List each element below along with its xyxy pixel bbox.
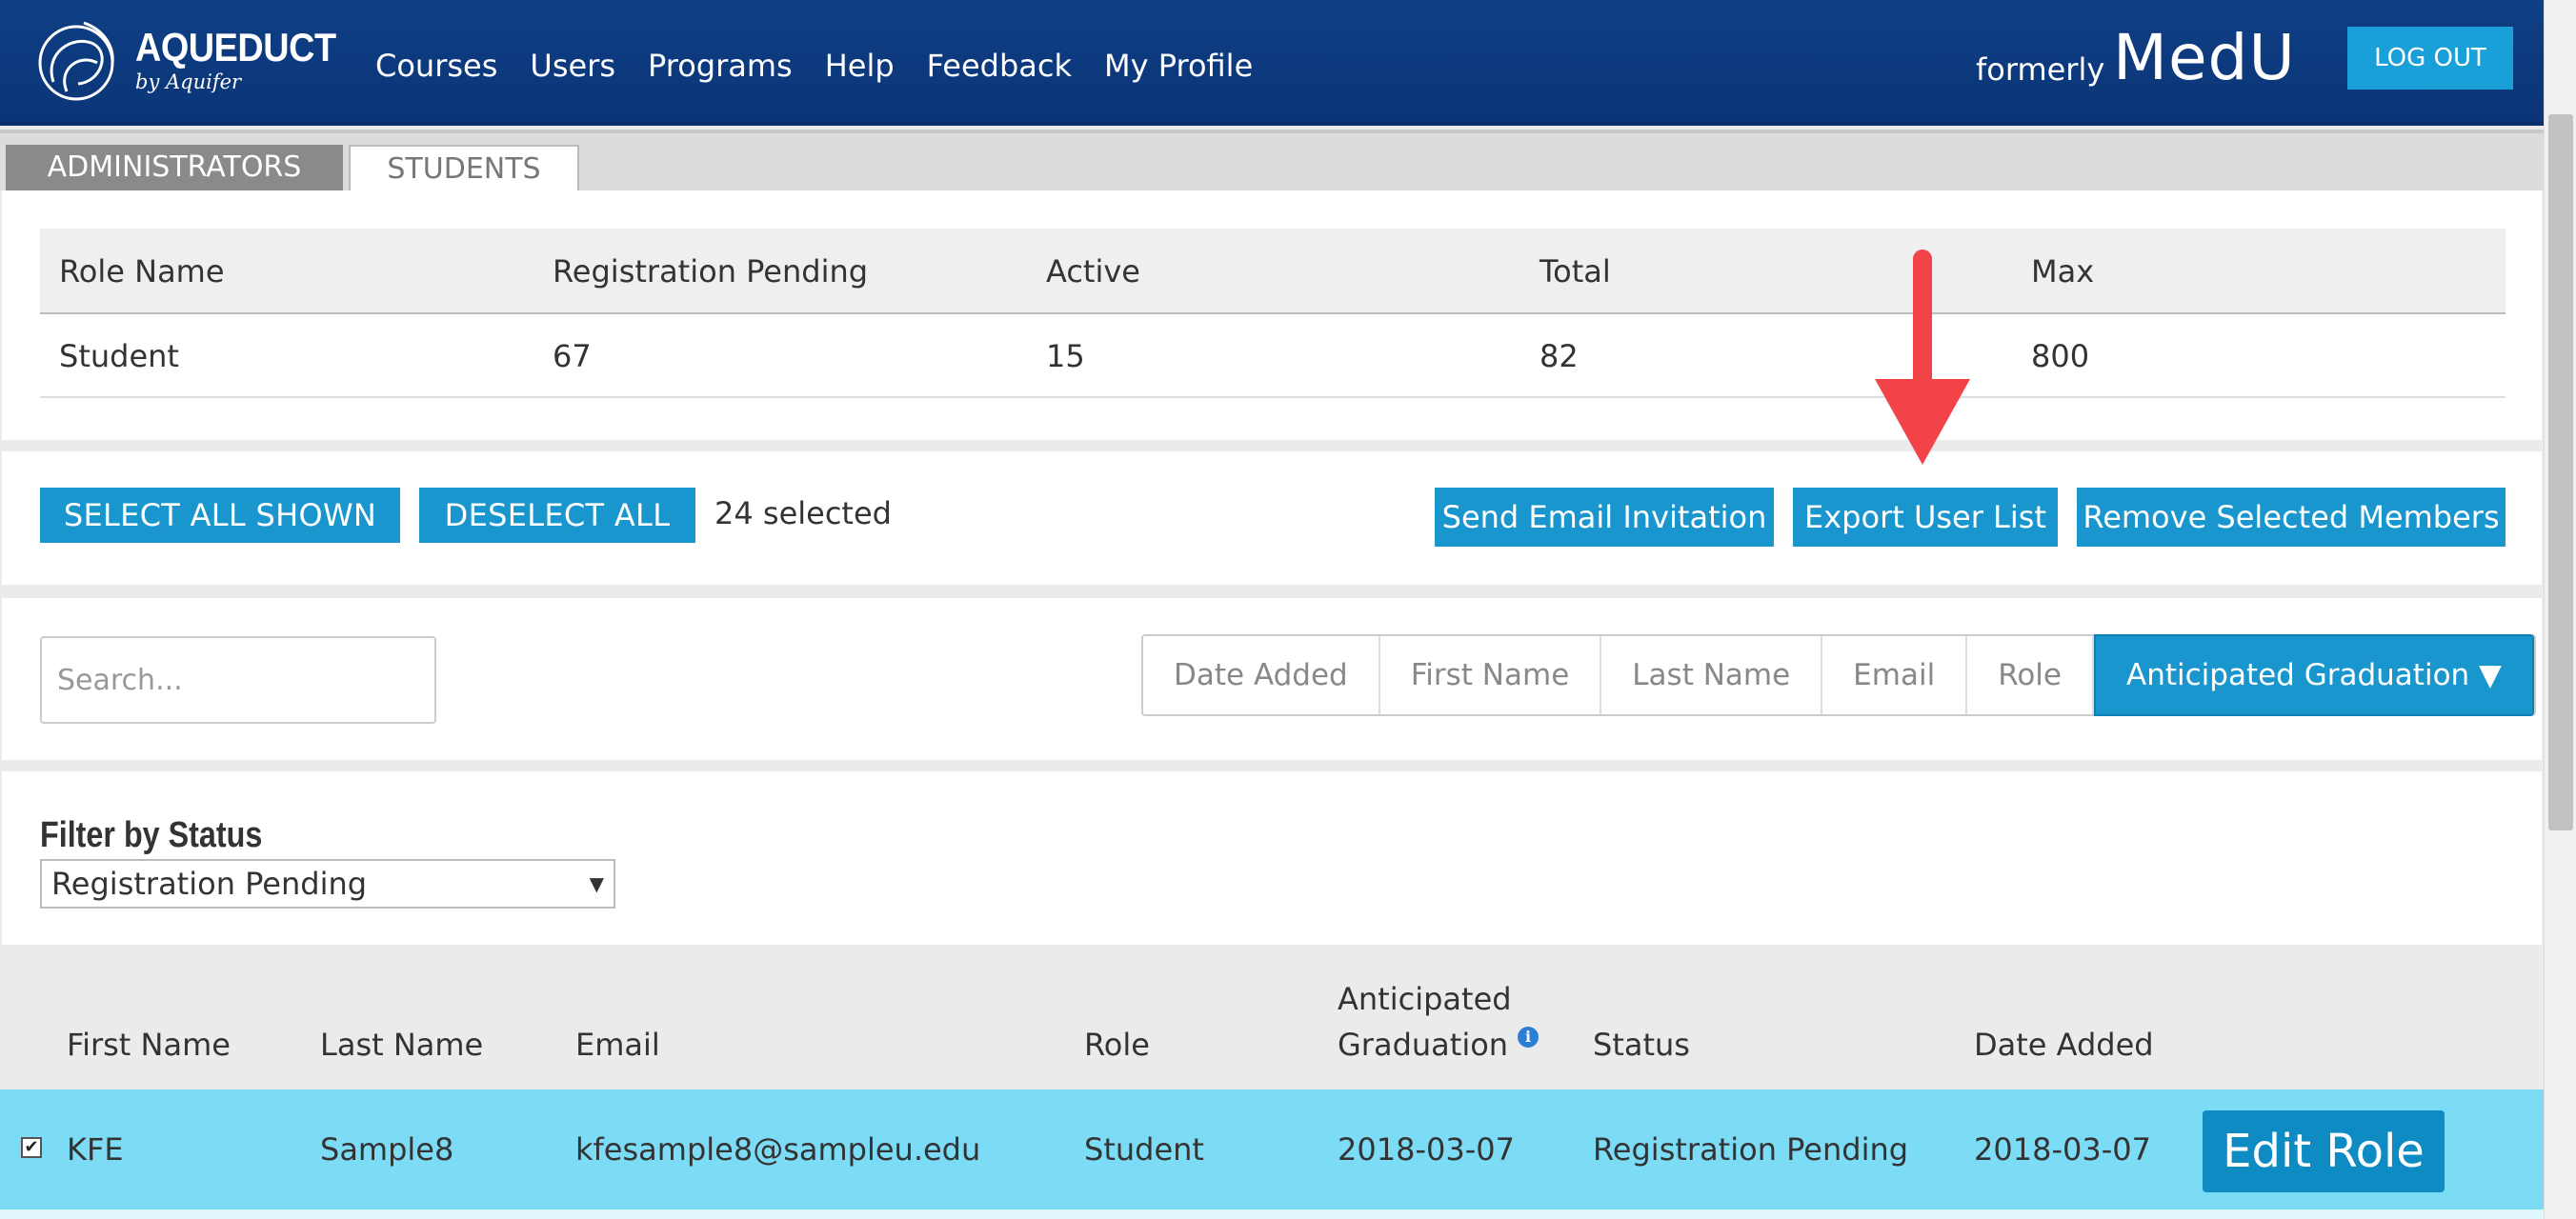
aqueduct-swirl-icon <box>38 21 114 101</box>
tab-administrators[interactable]: ADMINISTRATORS <box>6 145 343 192</box>
nav-programs[interactable]: Programs <box>648 48 793 84</box>
summary-registration-pending: 67 <box>553 338 592 374</box>
column-status[interactable]: Status <box>1593 1027 1690 1063</box>
sort-role[interactable]: Role <box>1967 636 2094 714</box>
status-filter-panel: Filter by Status Registration Pending ▼ <box>2 771 2542 945</box>
column-role[interactable]: Role <box>1084 1027 1150 1063</box>
selected-count: 24 selected <box>714 495 892 531</box>
aqueduct-logo[interactable]: AQUEDUCT by Aquifer <box>34 15 336 110</box>
nav-my-profile[interactable]: My Profile <box>1104 48 1253 84</box>
table-row[interactable]: ✔ KFE Sample8 kfesample8@sampleu.edu Stu… <box>0 1089 2544 1209</box>
column-first-name[interactable]: First Name <box>67 1027 231 1063</box>
formerly-label: formerly <box>1976 51 2105 88</box>
dropdown-caret-icon: ▼ <box>589 872 604 895</box>
status-filter-value: Registration Pending <box>51 866 368 902</box>
checkbox-checked-icon[interactable]: ✔ <box>21 1137 42 1158</box>
row-email: kfesample8@sampleu.edu <box>575 1131 981 1168</box>
summary-header-active: Active <box>1046 253 1140 290</box>
summary-header-role-name: Role Name <box>59 253 225 290</box>
column-anticipated-line1[interactable]: Anticipated <box>1338 981 1512 1017</box>
row-last-name: Sample8 <box>320 1131 454 1168</box>
filter-by-status-heading: Filter by Status <box>40 815 263 855</box>
tab-bar: ADMINISTRATORS STUDENTS <box>0 130 2544 192</box>
logo-subtitle: by Aquifer <box>135 70 242 93</box>
send-email-invitation-button[interactable]: Send Email Invitation <box>1435 488 1774 547</box>
row-first-name: KFE <box>67 1131 124 1168</box>
sort-button-group: Date Added First Name Last Name Email Ro… <box>1141 634 2536 716</box>
column-last-name[interactable]: Last Name <box>320 1027 483 1063</box>
main-nav: Courses Users Programs Help Feedback My … <box>375 48 1285 84</box>
info-icon[interactable]: i <box>1518 1027 1540 1048</box>
column-anticipated-graduation[interactable]: Graduation i <box>1338 1027 1540 1063</box>
search-input[interactable] <box>40 636 436 724</box>
bulk-actions-panel: SELECT ALL SHOWN DESELECT ALL 24 selecte… <box>2 451 2542 585</box>
edit-role-button[interactable]: Edit Role <box>2203 1110 2445 1192</box>
summary-header-total: Total <box>1540 253 1611 290</box>
summary-row: Student 67 15 82 800 <box>40 314 2506 398</box>
sort-date-added[interactable]: Date Added <box>1143 636 1380 714</box>
next-row-edge <box>0 1209 2544 1219</box>
users-table-header: First Name Last Name Email Role Anticipa… <box>0 956 2544 1089</box>
row-role: Student <box>1084 1131 1204 1168</box>
status-filter-select[interactable]: Registration Pending ▼ <box>40 859 615 909</box>
column-email[interactable]: Email <box>575 1027 660 1063</box>
logo-title: AQUEDUCT <box>135 25 336 70</box>
red-arrow-down-icon <box>1875 250 1970 465</box>
vertical-scrollbar[interactable] <box>2544 0 2576 1219</box>
tab-students[interactable]: STUDENTS <box>349 145 579 192</box>
sort-last-name[interactable]: Last Name <box>1601 636 1823 714</box>
summary-header-row: Role Name Registration Pending Active To… <box>40 229 2506 314</box>
sort-first-name[interactable]: First Name <box>1380 636 1602 714</box>
summary-role-name: Student <box>59 338 179 374</box>
column-date-added[interactable]: Date Added <box>1974 1027 2154 1063</box>
deselect-all-button[interactable]: DESELECT ALL <box>419 488 695 543</box>
top-header: AQUEDUCT by Aquifer Courses Users Progra… <box>0 0 2544 126</box>
nav-users[interactable]: Users <box>530 48 615 84</box>
remove-selected-members-button[interactable]: Remove Selected Members <box>2077 488 2506 547</box>
row-date-added: 2018-03-07 <box>1974 1131 2151 1168</box>
column-anticipated-line2: Graduation <box>1338 1027 1509 1063</box>
row-status: Registration Pending <box>1593 1131 1909 1168</box>
summary-active: 15 <box>1046 338 1085 374</box>
nav-feedback[interactable]: Feedback <box>927 48 1072 84</box>
summary-header-max: Max <box>2031 253 2095 290</box>
scrollbar-thumb[interactable] <box>2548 114 2573 830</box>
sort-anticipated-graduation[interactable]: Anticipated Graduation ▼ <box>2094 634 2534 716</box>
nav-courses[interactable]: Courses <box>375 48 497 84</box>
export-user-list-button[interactable]: Export User List <box>1793 488 2058 547</box>
summary-header-registration-pending: Registration Pending <box>553 253 869 290</box>
nav-help[interactable]: Help <box>825 48 895 84</box>
summary-total: 82 <box>1540 338 1579 374</box>
row-graduation: 2018-03-07 <box>1338 1131 1515 1168</box>
select-all-shown-button[interactable]: SELECT ALL SHOWN <box>40 488 400 543</box>
summary-max: 800 <box>2031 338 2090 374</box>
role-summary-panel: Role Name Registration Pending Active To… <box>2 190 2542 440</box>
sort-email[interactable]: Email <box>1822 636 1968 714</box>
search-sort-panel: Date Added First Name Last Name Email Ro… <box>2 598 2542 760</box>
medu-brand: MedU <box>2113 21 2296 94</box>
logout-button[interactable]: LOG OUT <box>2347 27 2513 90</box>
role-summary-table: Role Name Registration Pending Active To… <box>40 229 2506 398</box>
